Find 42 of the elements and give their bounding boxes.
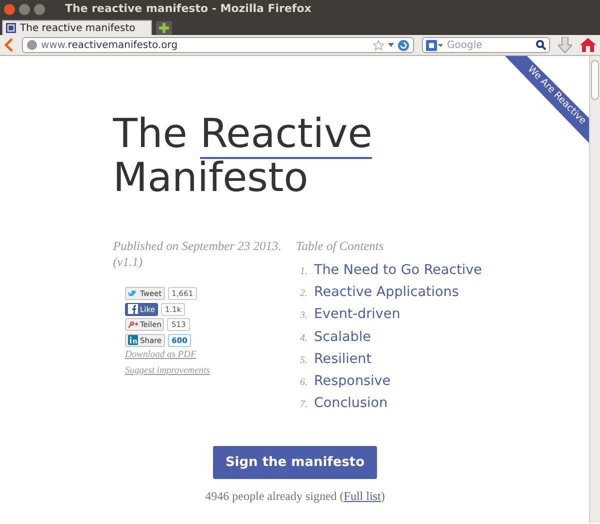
signed-count-text: 4946 people already signed (Full list) [204, 488, 386, 506]
close-button[interactable] [4, 4, 15, 14]
favicon-icon [6, 23, 16, 33]
new-tab-button[interactable] [156, 21, 172, 35]
page-title: The Reactive Manifesto [112, 110, 374, 200]
search-icon[interactable] [536, 40, 546, 50]
full-list-link[interactable]: Full list [344, 489, 381, 504]
bird-icon [128, 288, 138, 299]
maximize-button[interactable] [34, 4, 45, 14]
browser-tab[interactable]: The reactive manifesto [2, 20, 152, 35]
toc-link[interactable]: Conclusion [314, 393, 388, 414]
toc-link[interactable]: Reactive Applications [314, 282, 459, 302]
url-field[interactable]: www.reactivemanifesto.org [22, 37, 414, 53]
toc-link[interactable]: Responsive [314, 370, 391, 392]
published-date: Published on September 23 2013. (v1.1) [113, 238, 282, 270]
google-plus-icon [128, 320, 138, 330]
item-number: 5. [300, 354, 308, 368]
scrollbar[interactable] [589, 56, 600, 523]
window-title: The reactive manifesto - Mozilla Firefox [65, 0, 312, 17]
toc-link[interactable]: Resilient [314, 348, 372, 369]
home-icon[interactable] [580, 37, 596, 53]
search-engine-icon[interactable] [426, 40, 443, 50]
sign-button[interactable]: Sign the manifesto [213, 446, 377, 480]
download-icon[interactable] [558, 37, 572, 53]
reload-icon[interactable] [398, 40, 409, 50]
item-number: 1. [300, 265, 308, 279]
facebook-icon [128, 304, 138, 314]
item-number: 3. [300, 309, 308, 324]
linkedin-icon [128, 335, 138, 346]
minimize-button[interactable] [19, 4, 30, 14]
item-number: 6. [300, 376, 308, 390]
toc-link[interactable]: Scalable [314, 326, 371, 347]
item-number: 4. [300, 332, 308, 346]
toc-link[interactable]: The Need to Go Reactive [314, 260, 482, 280]
item-number: 7. [300, 398, 308, 412]
toc-link[interactable]: Event-driven [314, 304, 400, 325]
toc-heading: Table of Contents [296, 238, 385, 254]
dropdown-icon[interactable] [388, 43, 394, 47]
star-icon[interactable] [373, 40, 384, 50]
item-number: 2. [300, 287, 308, 302]
back-icon[interactable] [4, 38, 14, 52]
plus-icon [159, 23, 169, 33]
